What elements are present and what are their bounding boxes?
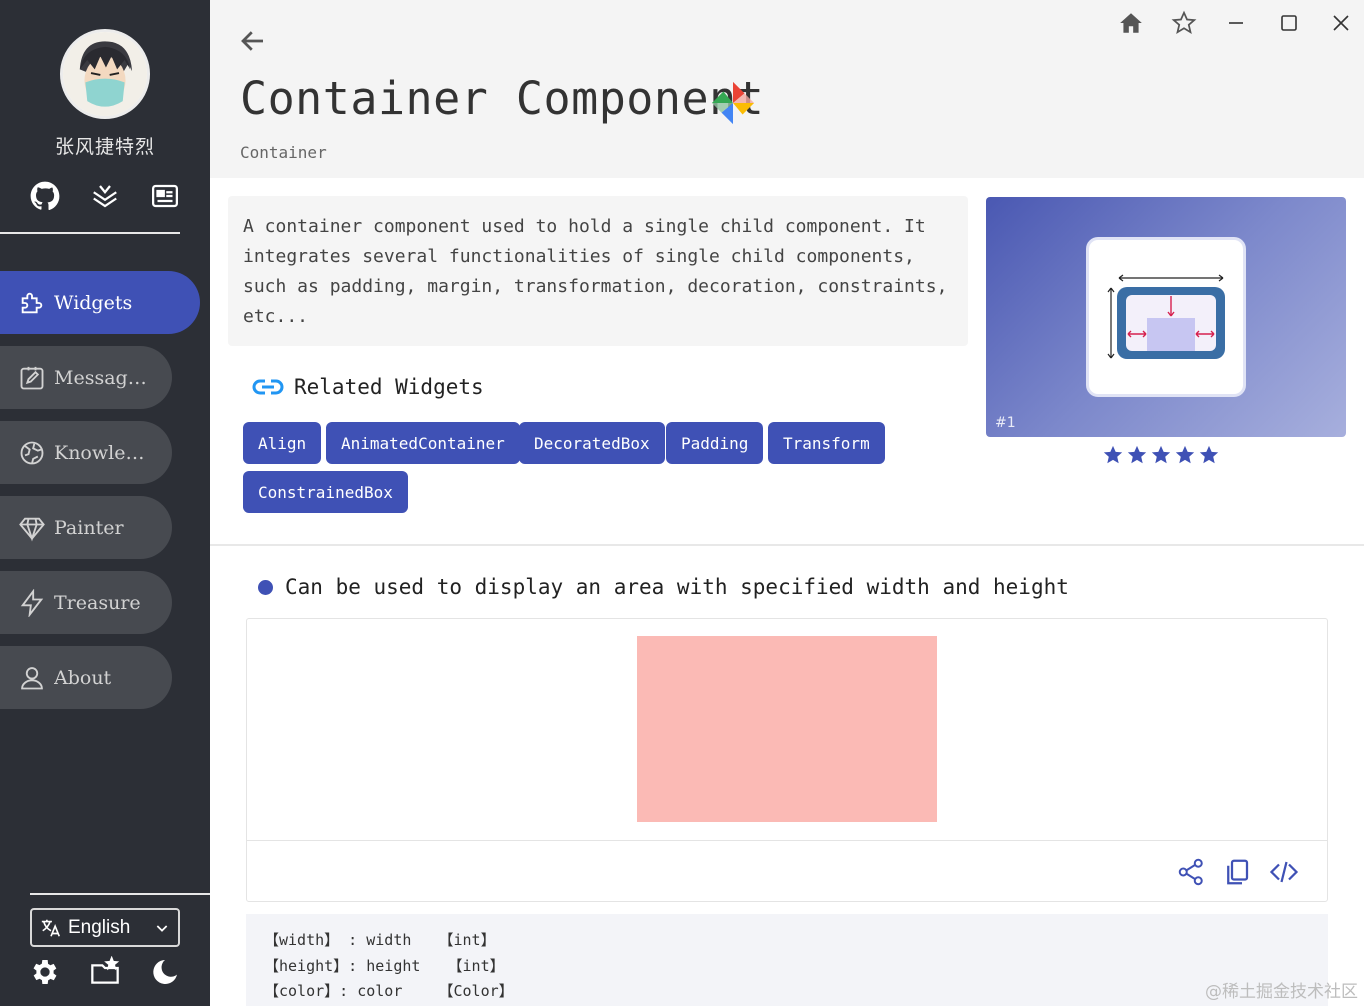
copy-icon[interactable]: [1222, 857, 1252, 887]
sidebar-item-label: Widgets: [54, 291, 133, 314]
folder-star-icon[interactable]: [89, 956, 121, 988]
container-diagram-image: [1107, 274, 1225, 359]
demo-title: Can be used to display an area with spec…: [285, 575, 1069, 599]
news-icon[interactable]: [149, 180, 181, 212]
container-diagram: [1086, 237, 1246, 397]
github-icon[interactable]: [29, 180, 61, 212]
star-icon: [1199, 445, 1219, 464]
globe-icon: [20, 441, 44, 464]
sidebar-item-widgets[interactable]: Widgets: [0, 271, 200, 334]
avatar[interactable]: [60, 29, 150, 119]
widget-overview: A container component used to hold a sin…: [210, 178, 1364, 545]
sidebar-item-label: Message…: [54, 366, 154, 389]
code-icon[interactable]: [1269, 857, 1299, 887]
page-header: Container Component Container: [210, 0, 1364, 178]
minimize-icon[interactable]: [1221, 8, 1251, 38]
edit-note-icon: [20, 366, 44, 389]
related-tag-animatedcontainer[interactable]: AnimatedContainer: [326, 422, 520, 464]
person-icon: [21, 666, 43, 689]
translate-icon: [41, 919, 61, 937]
related-tag-padding[interactable]: Padding: [666, 422, 764, 464]
puzzle-icon: [21, 292, 43, 313]
watermark: @稀土掘金技术社区: [1205, 982, 1358, 1002]
demo-divider: [247, 840, 1327, 841]
diamond-icon: [19, 517, 45, 541]
demo-heading: Can be used to display an area with spec…: [258, 575, 1069, 599]
preview-rank: #1: [995, 415, 1016, 431]
param-row: 【width】 : width 【int】: [264, 931, 496, 949]
demo-container-box: [637, 636, 937, 822]
settings-icon[interactable]: [29, 956, 61, 988]
pinwheel-icon: [711, 81, 755, 125]
star-icon: [1127, 445, 1147, 464]
bullet-dot: [258, 579, 273, 595]
params-block: 【width】 : width 【int】 【height】: height 【i…: [246, 914, 1328, 1006]
sidebar-item-label: Treasure: [54, 591, 141, 614]
related-widgets-title: Related Widgets: [294, 375, 484, 399]
link-icon: [252, 379, 284, 395]
star-icon: [1151, 445, 1171, 464]
sidebar-item-label: Knowledge: [54, 441, 154, 464]
sidebar-divider: [0, 232, 180, 234]
page-subtitle: Container: [240, 143, 327, 162]
param-row: 【color】: color 【Color】: [264, 982, 514, 1000]
close-icon[interactable]: [1326, 8, 1356, 38]
sidebar-item-treasure[interactable]: Treasure: [0, 571, 172, 634]
star-icon: [1103, 445, 1123, 464]
star-outline-icon[interactable]: [1169, 8, 1199, 38]
sidebar: 张风捷特烈 Widgets Message… Knowledge Painter…: [0, 0, 210, 1006]
demo-section: Can be used to display an area with spec…: [210, 546, 1364, 1006]
related-widgets-heading: Related Widgets: [252, 375, 484, 399]
demo-frame: [246, 618, 1328, 902]
widget-preview-card[interactable]: #1: [986, 197, 1346, 437]
sidebar-item-knowledge[interactable]: Knowledge: [0, 421, 172, 484]
sidebar-item-message[interactable]: Message…: [0, 346, 172, 409]
related-tag-align[interactable]: Align: [243, 422, 322, 464]
home-icon[interactable]: [1116, 8, 1146, 38]
back-arrow-icon[interactable]: [238, 26, 268, 56]
page-title: Container Component: [240, 72, 765, 125]
related-tag-decoratedbox[interactable]: DecoratedBox: [519, 422, 665, 464]
dark-mode-icon[interactable]: [149, 956, 181, 988]
username: 张风捷特烈: [54, 136, 155, 158]
sidebar-item-label: Painter: [54, 516, 124, 539]
sidebar-bottom-divider: [30, 893, 210, 895]
param-row: 【height】: height 【int】: [264, 956, 505, 975]
share-icon[interactable]: [1177, 857, 1207, 887]
widget-description: A container component used to hold a sin…: [228, 196, 968, 346]
related-tag-transform[interactable]: Transform: [768, 422, 885, 464]
avatar-image: [63, 32, 147, 116]
related-tag-constrainedbox[interactable]: ConstrainedBox: [243, 471, 408, 513]
sidebar-item-painter[interactable]: Painter: [0, 496, 172, 559]
chevron-down-icon: [156, 924, 168, 932]
maximize-icon[interactable]: [1274, 8, 1304, 38]
rating-stars: [1102, 444, 1220, 466]
lightning-icon: [20, 588, 44, 617]
layers-icon[interactable]: [89, 180, 121, 212]
star-icon: [1175, 445, 1195, 464]
language-select[interactable]: English: [30, 908, 180, 947]
sidebar-item-label: About: [54, 666, 112, 689]
sidebar-item-about[interactable]: About: [0, 646, 172, 709]
language-label: English: [68, 916, 131, 938]
